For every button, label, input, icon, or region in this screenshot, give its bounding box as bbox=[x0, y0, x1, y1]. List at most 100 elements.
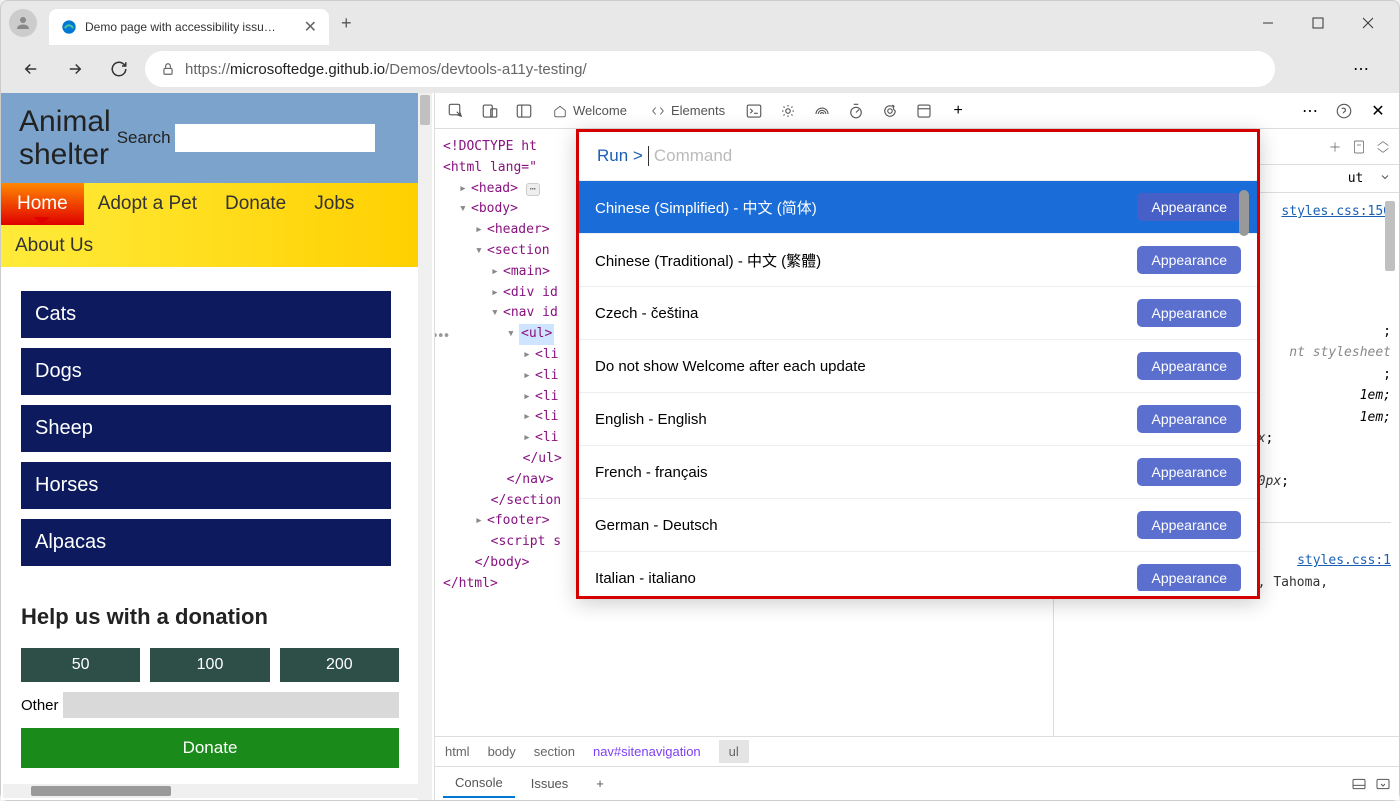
crumb-ul[interactable]: ul bbox=[719, 740, 749, 763]
run-prefix: Run > bbox=[597, 146, 643, 166]
sources-icon[interactable] bbox=[773, 96, 803, 126]
command-item-label: German - Deutsch bbox=[595, 517, 718, 534]
animal-sheep[interactable]: Sheep bbox=[21, 405, 391, 452]
other-amount-input[interactable] bbox=[63, 692, 399, 718]
page-nav: Home Adopt a Pet Donate Jobs About Us bbox=[1, 183, 419, 267]
nav-home[interactable]: Home bbox=[1, 183, 84, 225]
device-toggle-icon[interactable] bbox=[475, 96, 505, 126]
command-palette: Run > Command Chinese (Simplified) - 中文 (… bbox=[576, 129, 1260, 599]
css-source-link-2[interactable]: styles.css:1 bbox=[1297, 550, 1391, 571]
command-item-badge: Appearance bbox=[1137, 246, 1241, 274]
animal-cats[interactable]: Cats bbox=[21, 291, 391, 338]
css-source-link[interactable]: styles.css:156 bbox=[1281, 201, 1391, 222]
devtools-close-icon[interactable]: ✕ bbox=[1363, 96, 1393, 126]
styles-tab-cut[interactable]: ut bbox=[1348, 171, 1364, 186]
inspect-icon[interactable] bbox=[441, 96, 471, 126]
animal-horses[interactable]: Horses bbox=[21, 462, 391, 509]
command-item-badge: Appearance bbox=[1137, 511, 1241, 539]
command-item-7[interactable]: Italian - italianoAppearance bbox=[579, 552, 1257, 591]
command-item-label: English - English bbox=[595, 411, 707, 428]
page-scrollbar-vertical[interactable] bbox=[418, 93, 432, 800]
command-list: Chinese (Simplified) - 中文 (简体) Appearance… bbox=[579, 181, 1257, 591]
url-text: https://microsoftedge.github.io/Demos/de… bbox=[185, 61, 587, 78]
command-item-badge: Appearance bbox=[1137, 405, 1241, 433]
donation-section: Help us with a donation 50 100 200 Other… bbox=[1, 600, 419, 788]
performance-icon[interactable] bbox=[841, 96, 871, 126]
crumb-nav[interactable]: nav#sitenavigation bbox=[593, 744, 701, 759]
drawer-collapse-icon[interactable] bbox=[1375, 776, 1391, 792]
command-item-0[interactable]: Chinese (Simplified) - 中文 (简体) Appearance bbox=[579, 181, 1257, 234]
devtools-tab-welcome[interactable]: Welcome bbox=[543, 95, 637, 126]
memory-icon[interactable] bbox=[875, 96, 905, 126]
command-item-4[interactable]: English - English Appearance bbox=[579, 393, 1257, 446]
close-window-button[interactable] bbox=[1345, 7, 1391, 39]
command-item-6[interactable]: German - Deutsch Appearance bbox=[579, 499, 1257, 552]
devtools-tab-elements[interactable]: Elements bbox=[641, 95, 735, 126]
command-item-badge: Appearance bbox=[1137, 352, 1241, 380]
nav-adopt[interactable]: Adopt a Pet bbox=[84, 183, 211, 225]
new-style-icon[interactable] bbox=[1327, 139, 1343, 155]
command-item-1[interactable]: Chinese (Traditional) - 中文 (繁體) Appearanc… bbox=[579, 234, 1257, 287]
command-item-label: Do not show Welcome after each update bbox=[595, 358, 866, 375]
gutter-dots-icon: ••• bbox=[435, 327, 448, 348]
animal-dogs[interactable]: Dogs bbox=[21, 348, 391, 395]
refresh-button[interactable] bbox=[101, 51, 137, 87]
page-viewport: Animalshelter Search Home Adopt a Pet Do… bbox=[1, 93, 435, 800]
dock-icon[interactable] bbox=[509, 96, 539, 126]
command-item-label: Italian - italiano bbox=[595, 570, 696, 587]
crumb-section[interactable]: section bbox=[534, 744, 575, 759]
donate-button[interactable]: Donate bbox=[21, 728, 399, 768]
animal-alpacas[interactable]: Alpacas bbox=[21, 519, 391, 566]
search-label: Search bbox=[117, 128, 171, 148]
tab-close-icon[interactable]: ✕ bbox=[304, 17, 317, 37]
command-input[interactable]: Run > Command bbox=[579, 132, 1257, 181]
page-scrollbar-horizontal[interactable] bbox=[3, 784, 418, 798]
nav-donate[interactable]: Donate bbox=[211, 183, 300, 225]
devtools-menu-icon[interactable]: ⋯ bbox=[1295, 96, 1325, 126]
new-tab-button[interactable]: + bbox=[341, 13, 352, 34]
command-placeholder: Command bbox=[654, 146, 732, 166]
edge-favicon-icon bbox=[61, 19, 77, 35]
drawer: Console Issues + bbox=[435, 766, 1399, 800]
command-item-2[interactable]: Czech - češtinaAppearance bbox=[579, 287, 1257, 340]
nav-jobs[interactable]: Jobs bbox=[300, 183, 368, 225]
expand-icon[interactable] bbox=[1375, 139, 1391, 155]
network-icon[interactable] bbox=[807, 96, 837, 126]
amount-50[interactable]: 50 bbox=[21, 648, 140, 682]
search-input[interactable] bbox=[175, 124, 375, 152]
title-bar: Demo page with accessibility issu… ✕ + bbox=[1, 1, 1399, 45]
crumb-html[interactable]: html bbox=[445, 744, 470, 759]
browser-tab[interactable]: Demo page with accessibility issu… ✕ bbox=[49, 9, 329, 45]
command-item-5[interactable]: French - françaisAppearance bbox=[579, 446, 1257, 499]
nav-about[interactable]: About Us bbox=[1, 225, 107, 267]
amount-200[interactable]: 200 bbox=[280, 648, 399, 682]
drawer-tab-issues[interactable]: Issues bbox=[519, 770, 581, 797]
browser-menu-button[interactable]: ⋯ bbox=[1343, 51, 1379, 87]
amount-100[interactable]: 100 bbox=[150, 648, 269, 682]
palette-scrollbar[interactable] bbox=[1239, 190, 1251, 236]
profile-icon[interactable] bbox=[9, 9, 37, 37]
command-item-badge: Appearance bbox=[1137, 193, 1241, 221]
lock-icon bbox=[161, 62, 175, 76]
styles-scrollbar[interactable] bbox=[1385, 201, 1397, 271]
command-item-label: French - français bbox=[595, 464, 708, 481]
drawer-tab-console[interactable]: Console bbox=[443, 769, 515, 798]
minimize-button[interactable] bbox=[1245, 7, 1291, 39]
drawer-dock-icon[interactable] bbox=[1351, 776, 1367, 792]
drawer-add-tab[interactable]: + bbox=[584, 770, 616, 797]
hover-icon[interactable] bbox=[1351, 139, 1367, 155]
browser-window: Demo page with accessibility issu… ✕ + h… bbox=[0, 0, 1400, 801]
more-tabs-icon[interactable]: + bbox=[943, 96, 973, 126]
crumb-body[interactable]: body bbox=[488, 744, 516, 759]
command-item-label: Chinese (Traditional) - 中文 (繁體) bbox=[595, 250, 821, 271]
command-item-label: Chinese (Simplified) - 中文 (简体) bbox=[595, 197, 817, 218]
chevron-down-icon[interactable] bbox=[1379, 171, 1391, 183]
back-button[interactable] bbox=[13, 51, 49, 87]
forward-button[interactable] bbox=[57, 51, 93, 87]
url-field[interactable]: https://microsoftedge.github.io/Demos/de… bbox=[145, 51, 1275, 87]
application-icon[interactable] bbox=[909, 96, 939, 126]
command-item-3[interactable]: Do not show Welcome after each update App… bbox=[579, 340, 1257, 393]
maximize-button[interactable] bbox=[1295, 7, 1341, 39]
help-icon[interactable] bbox=[1329, 96, 1359, 126]
console-icon[interactable] bbox=[739, 96, 769, 126]
